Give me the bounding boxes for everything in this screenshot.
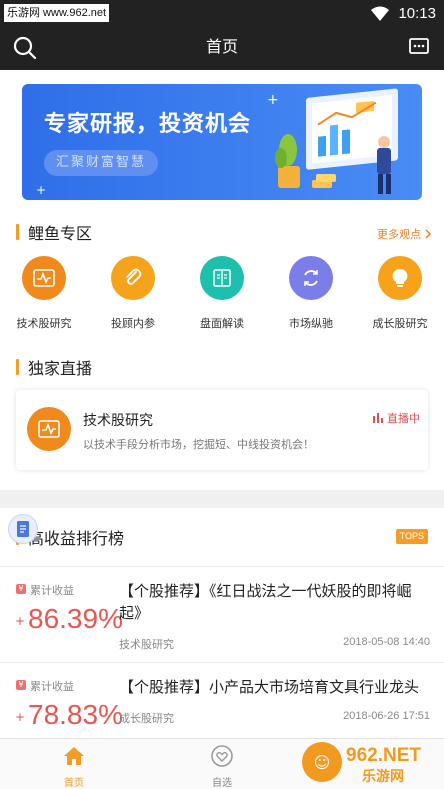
live-signal-icon bbox=[373, 413, 383, 423]
promo-banner[interactable]: + + 专家研报，投资机会 汇聚财富智慧 bbox=[22, 84, 422, 200]
live-card-title: 技术股研究 bbox=[83, 413, 153, 429]
feature-market-read[interactable]: 盘面解读 bbox=[178, 256, 266, 331]
tab-label: 首页 bbox=[64, 778, 84, 789]
home-icon bbox=[64, 747, 84, 765]
yield-tag-icon: ¥ bbox=[16, 584, 26, 594]
feature-market-gallop[interactable]: 市场纵驰 bbox=[267, 256, 355, 331]
yield-plus-sign: + bbox=[15, 614, 26, 628]
feature-label: 盘面解读 bbox=[200, 317, 244, 330]
main-content: + + 专家研报，投资机会 汇聚财富智慧 鲤鱼专区 更多观点 技术股研究 投顾内… bbox=[0, 70, 444, 490]
rank-item-category: 成长股研究 bbox=[119, 712, 174, 725]
feature-label: 成长股研究 bbox=[372, 317, 428, 330]
section-title: 独家直播 bbox=[28, 359, 93, 378]
yield-value: 86.39% bbox=[28, 603, 123, 634]
section-accent-bar bbox=[16, 359, 19, 375]
live-status-badge: 直播中 bbox=[373, 410, 420, 426]
svg-text:+: + bbox=[36, 183, 46, 197]
nav-bar: 首页 bbox=[0, 27, 444, 70]
tab-watchlist[interactable]: 自选 bbox=[187, 739, 257, 789]
feature-advisor-ref[interactable]: 投顾内参 bbox=[89, 256, 177, 331]
heart-icon bbox=[211, 745, 233, 767]
live-card[interactable]: 技术股研究 以技术手段分析市场，挖掘短、中线投资机会！ 直播中 bbox=[16, 390, 428, 470]
page-title: 首页 bbox=[205, 37, 238, 56]
yield-value: 78.83% bbox=[28, 699, 123, 730]
feature-tech-stock[interactable]: 技术股研究 bbox=[0, 256, 88, 331]
watermark-label: 乐游网 www.962.net bbox=[4, 4, 110, 22]
rank-item[interactable]: ¥ 累计收益 + 86.39% 【个股推荐】《红日战法之一代妖股的即将崛起》 技… bbox=[0, 566, 444, 652]
more-views-link[interactable]: 更多观点 bbox=[377, 226, 432, 242]
ranking-section: 高收益排行榜 TOPS ¥ 累计收益 + 86.39% 【个股推荐】《红日战法之… bbox=[0, 508, 444, 738]
section-title: 鲤鱼专区 bbox=[28, 224, 93, 243]
pulse-chart-icon bbox=[27, 407, 71, 451]
rank-item-category: 技术股研究 bbox=[119, 638, 174, 651]
floating-doc-button[interactable] bbox=[8, 514, 38, 544]
refresh-icon bbox=[289, 256, 333, 300]
rank-item[interactable]: ¥ 累计收益 + 78.83% 【个股推荐】小产品大市场培育文具行业龙头 成长股… bbox=[0, 662, 444, 748]
section-header-carp: 鲤鱼专区 bbox=[16, 222, 93, 243]
pulse-chart-icon bbox=[22, 256, 66, 300]
section-title: 高收益排行榜 bbox=[28, 529, 125, 548]
rank-item-date: 2018-06-26 17:51 bbox=[343, 710, 430, 722]
yield-tag-icon: ¥ bbox=[16, 680, 26, 690]
status-time: 10:13 bbox=[398, 5, 436, 22]
yield-plus-sign: + bbox=[15, 710, 26, 724]
chevron-right-icon bbox=[425, 229, 432, 239]
book-icon bbox=[200, 256, 244, 300]
tab-home[interactable]: 首页 bbox=[39, 739, 109, 789]
rank-item-title: 【个股推荐】小产品大市场培育文具行业龙头 bbox=[119, 678, 420, 696]
svg-text:+: + bbox=[267, 92, 279, 108]
wifi-icon bbox=[371, 6, 390, 21]
live-card-description: 以技术手段分析市场，挖掘短、中线投资机会！ bbox=[83, 438, 314, 451]
feature-growth-stock[interactable]: 成长股研究 bbox=[356, 256, 444, 331]
divider bbox=[0, 662, 444, 663]
section-header-live: 独家直播 bbox=[16, 357, 93, 378]
rank-item-date: 2018-05-08 14:40 bbox=[343, 636, 430, 648]
paperclip-icon bbox=[111, 256, 155, 300]
feature-label: 投顾内参 bbox=[111, 317, 155, 330]
brand-watermark: ☺ 962.NET 乐游网 bbox=[300, 737, 438, 787]
feature-label: 技术股研究 bbox=[16, 317, 72, 330]
feature-label: 市场纵驰 bbox=[289, 317, 333, 330]
yield-label: 累计收益 bbox=[30, 584, 74, 597]
divider bbox=[0, 566, 444, 567]
svg-text:乐游网: 乐游网 bbox=[362, 768, 404, 785]
rank-item-title: 【个股推荐】《红日战法之一代妖股的即将崛起》 bbox=[119, 582, 412, 622]
tops-badge: TOPS bbox=[395, 529, 428, 544]
banner-subtitle: 汇聚财富智慧 bbox=[44, 150, 159, 176]
svg-text:☺: ☺ bbox=[314, 753, 331, 772]
banner-title: 专家研报，投资机会 bbox=[44, 112, 252, 137]
message-icon[interactable] bbox=[408, 36, 430, 58]
banner-illustration: + + bbox=[22, 84, 422, 200]
svg-text:962.NET: 962.NET bbox=[346, 745, 421, 766]
document-icon bbox=[17, 521, 29, 537]
brand-logo: ☺ 962.NET 乐游网 bbox=[302, 742, 421, 785]
status-bar: 乐游网 www.962.net 10:13 bbox=[0, 0, 444, 27]
section-accent-bar bbox=[16, 224, 19, 240]
lightbulb-icon bbox=[378, 256, 422, 300]
live-status-label: 直播中 bbox=[387, 412, 420, 425]
more-views-label: 更多观点 bbox=[377, 228, 421, 241]
yield-label: 累计收益 bbox=[30, 680, 74, 693]
tab-label: 自选 bbox=[212, 778, 232, 789]
